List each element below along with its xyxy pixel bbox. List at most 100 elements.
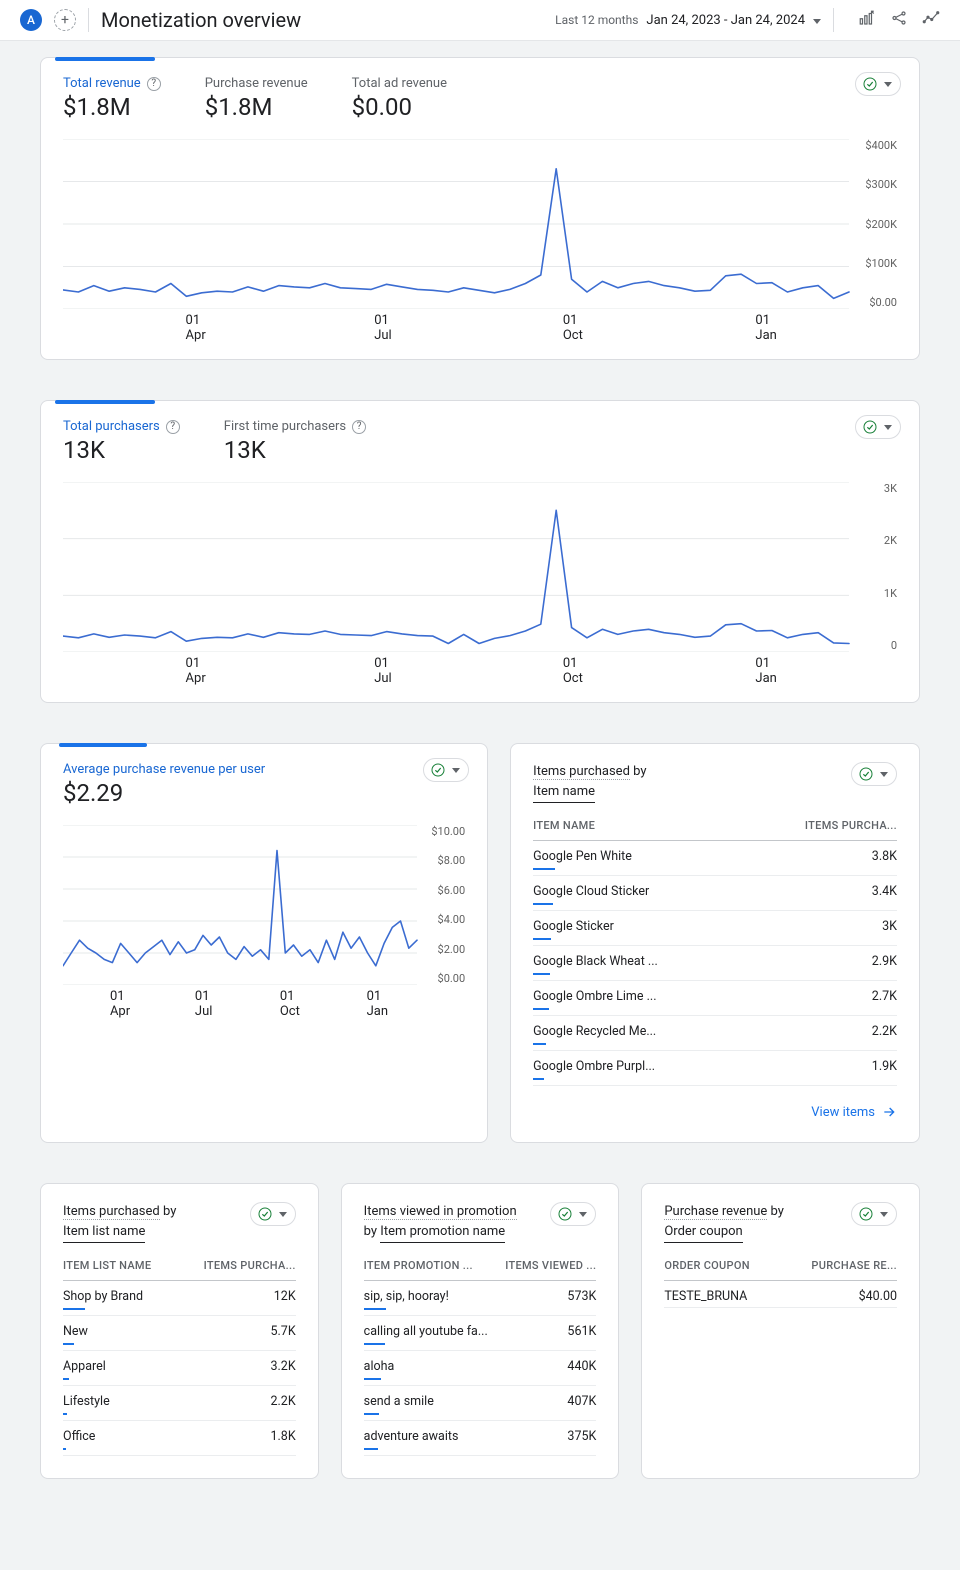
table-row[interactable]: Google Black Wheat ...2.9K <box>533 946 897 981</box>
chevron-down-icon <box>579 1212 587 1217</box>
table-row[interactable]: New5.7K <box>63 1316 296 1351</box>
metric-value: 13K <box>224 436 366 464</box>
row-name: Office <box>63 1429 177 1444</box>
row-name: Apparel <box>63 1359 177 1374</box>
metric-tab[interactable]: Purchase revenue$1.8M <box>205 76 308 121</box>
metric-tab[interactable]: Average purchase revenue per user$2.29 <box>63 762 265 807</box>
table-row[interactable]: Office1.8K <box>63 1421 296 1456</box>
data-quality-chip[interactable] <box>550 1202 596 1226</box>
chevron-down-icon <box>880 1212 888 1217</box>
metric-tab[interactable]: Total purchasers?13K <box>63 419 180 464</box>
chevron-down-icon <box>884 82 892 87</box>
metric-label: Total purchasers? <box>63 419 180 434</box>
col-header[interactable]: PURCHASE RE... <box>781 1253 897 1281</box>
spark-bar <box>533 903 553 905</box>
x-axis-label: 01Jul <box>195 989 213 1019</box>
row-value: 2.2K <box>742 1016 897 1051</box>
table-row[interactable]: Google Pen White3.8K <box>533 841 897 876</box>
row-name: New <box>63 1324 177 1339</box>
help-icon[interactable]: ? <box>147 77 161 91</box>
chevron-down-icon <box>880 772 888 777</box>
col-header[interactable]: ORDER COUPON <box>664 1253 780 1281</box>
active-metric-indicator <box>55 57 155 61</box>
chart-arpu: $10.00$8.00$6.00$4.00$2.00$0.0001Apr01Ju… <box>63 825 465 1013</box>
chart-total-purchasers: 3K2K1K001Apr01Jul01Oct01Jan <box>63 482 897 680</box>
spark-bar <box>364 1308 386 1310</box>
table-row[interactable]: Google Cloud Sticker 3.4K <box>533 876 897 911</box>
row-value: 2.2K <box>177 1386 296 1421</box>
metric-tab[interactable]: Total ad revenue$0.00 <box>352 76 447 121</box>
data-quality-chip[interactable] <box>423 758 469 782</box>
table-row[interactable]: aloha440K <box>364 1351 597 1386</box>
chevron-down-icon <box>452 768 460 773</box>
col-header[interactable]: ITEMS PURCHA... <box>177 1253 296 1281</box>
row-value: 1.9K <box>742 1051 897 1086</box>
data-quality-chip[interactable] <box>851 1202 897 1226</box>
table-row[interactable]: TESTE_BRUNA$40.00 <box>664 1281 897 1308</box>
col-header[interactable]: ITEM LIST NAME <box>63 1253 177 1281</box>
card-title: Items viewed in promotion by Item promot… <box>364 1202 517 1243</box>
help-icon[interactable]: ? <box>166 420 180 434</box>
table-row[interactable]: adventure awaits375K <box>364 1421 597 1456</box>
coupon-table: ORDER COUPON PURCHASE RE... TESTE_BRUNA$… <box>664 1253 897 1308</box>
edit-chart-icon[interactable] <box>858 9 876 31</box>
col-header[interactable]: ITEM PROMOTION ... <box>364 1253 498 1281</box>
table-row[interactable]: Google Ombre Lime ...2.7K <box>533 981 897 1016</box>
col-header[interactable]: ITEM NAME <box>533 813 742 841</box>
data-quality-chip[interactable] <box>250 1202 296 1226</box>
x-axis-label: 01Oct <box>280 989 300 1019</box>
spark-bar <box>533 973 550 975</box>
insights-icon[interactable] <box>922 9 940 31</box>
x-axis-label: 01Jan <box>755 313 776 343</box>
table-row[interactable]: Google Sticker3K <box>533 911 897 946</box>
table-row[interactable]: Apparel3.2K <box>63 1351 296 1386</box>
x-axis-label: 01Oct <box>563 656 583 686</box>
table-row[interactable]: Google Recycled Me... 2.2K <box>533 1016 897 1051</box>
chevron-down-icon <box>884 425 892 430</box>
table-row[interactable]: send a smile407K <box>364 1386 597 1421</box>
date-range-picker[interactable]: Last 12 months Jan 24, 2023 - Jan 24, 20… <box>555 13 821 28</box>
row-name: Google Cloud Sticker <box>533 884 703 899</box>
active-metric-indicator <box>55 400 155 404</box>
table-row[interactable]: sip, sip, hooray!573K <box>364 1281 597 1316</box>
row-name: Google Recycled Me... <box>533 1024 703 1039</box>
x-axis-label: 01Oct <box>563 313 583 343</box>
col-header[interactable]: ITEMS VIEWED ... <box>498 1253 597 1281</box>
data-quality-chip[interactable] <box>855 72 901 96</box>
card-arpu: Average purchase revenue per user$2.29 $… <box>40 743 488 1143</box>
spark-bar <box>63 1308 85 1310</box>
table-row[interactable]: Lifestyle2.2K <box>63 1386 296 1421</box>
data-quality-chip[interactable] <box>851 762 897 786</box>
row-value: 5.7K <box>177 1316 296 1351</box>
view-items-link[interactable]: View items <box>533 1104 897 1120</box>
table-row[interactable]: Google Ombre Purpl...1.9K <box>533 1051 897 1086</box>
divider <box>833 8 834 32</box>
col-header[interactable]: ITEMS PURCHA... <box>742 813 897 841</box>
row-name: calling all youtube fa... <box>364 1324 498 1339</box>
row-value: 3K <box>742 911 897 946</box>
card-items-by-name: Items purchased by Item name ITEM NAME I… <box>510 743 920 1143</box>
row-name: send a smile <box>364 1394 498 1409</box>
spark-bar <box>364 1413 380 1415</box>
metric-tab[interactable]: Total revenue?$1.8M <box>63 76 161 121</box>
help-icon[interactable]: ? <box>352 420 366 434</box>
row-name: Shop by Brand <box>63 1289 177 1304</box>
card-title: Purchase revenue by Order coupon <box>664 1202 784 1243</box>
metric-tab[interactable]: First time purchasers?13K <box>224 419 366 464</box>
spark-bar <box>63 1413 67 1415</box>
add-comparison-button[interactable]: + <box>54 9 76 31</box>
row-name: sip, sip, hooray! <box>364 1289 498 1304</box>
account-avatar[interactable]: A <box>20 9 42 31</box>
row-value: 3.4K <box>742 876 897 911</box>
metric-label: Average purchase revenue per user <box>63 762 265 777</box>
metric-value: $0.00 <box>352 93 447 121</box>
row-name: Google Pen White <box>533 849 703 864</box>
x-axis-label: 01Apr <box>186 313 206 343</box>
metric-label: Total revenue? <box>63 76 161 91</box>
spark-bar <box>533 938 550 940</box>
data-quality-chip[interactable] <box>855 415 901 439</box>
table-row[interactable]: Shop by Brand12K <box>63 1281 296 1316</box>
table-row[interactable]: calling all youtube fa...561K <box>364 1316 597 1351</box>
spark-bar <box>364 1343 386 1345</box>
share-icon[interactable] <box>890 9 908 31</box>
